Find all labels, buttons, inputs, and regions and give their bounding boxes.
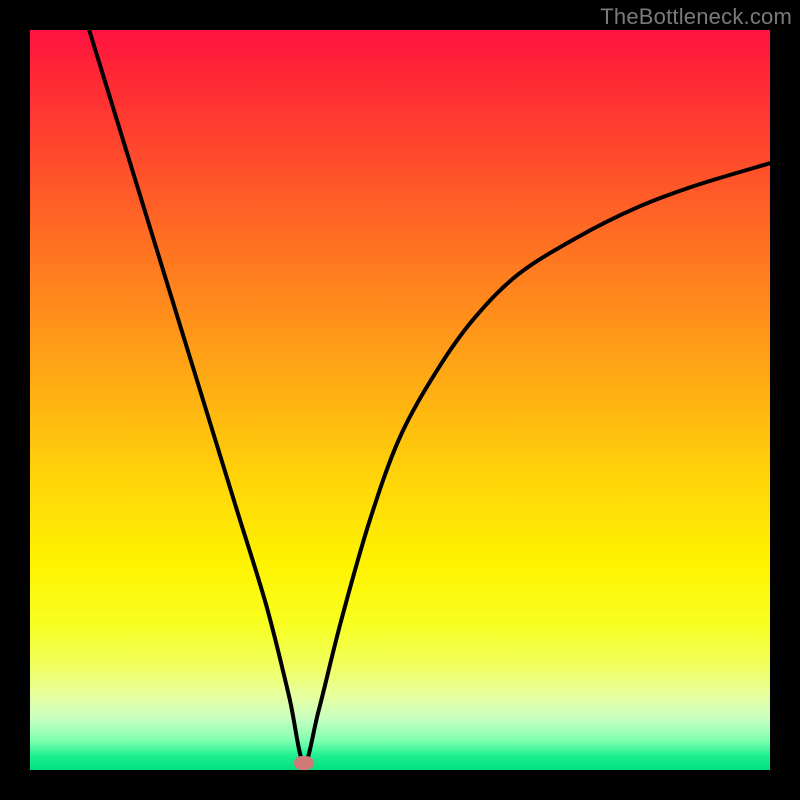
- chart-plot-area: [30, 30, 770, 770]
- chart-curve-svg: [30, 30, 770, 770]
- watermark-text: TheBottleneck.com: [600, 4, 792, 30]
- bottleneck-curve: [89, 30, 770, 763]
- optimal-point-marker: [294, 756, 314, 770]
